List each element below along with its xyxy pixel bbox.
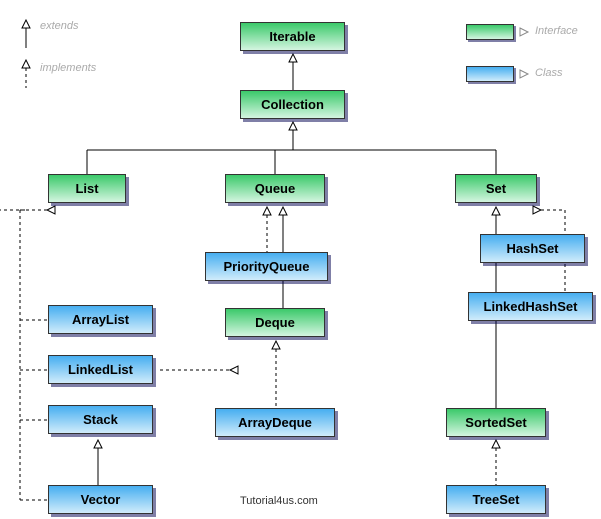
node-treeset: TreeSet [446,485,546,514]
node-stack: Stack [48,405,153,434]
node-collection: Collection [240,90,345,119]
node-arraylist: ArrayList [48,305,153,334]
legend-class-swatch [466,66,514,82]
node-iterable: Iterable [240,22,345,51]
legend-class-label: Class [535,67,563,79]
node-linkedlist: LinkedList [48,355,153,384]
legend-interface-swatch [466,24,514,40]
node-list: List [48,174,126,203]
node-priorityqueue: PriorityQueue [205,252,328,281]
credit-text: Tutorial4us.com [240,495,318,507]
node-linkedhashset: LinkedHashSet [468,292,593,321]
node-sortedset: SortedSet [446,408,546,437]
node-vector: Vector [48,485,153,514]
node-deque: Deque [225,308,325,337]
node-queue: Queue [225,174,325,203]
legend-implements-label: implements [40,62,96,74]
legend-interface-label: Interface [535,25,578,37]
legend-extends-label: extends [40,20,79,32]
node-arraydeque: ArrayDeque [215,408,335,437]
node-set: Set [455,174,537,203]
node-hashset: HashSet [480,234,585,263]
